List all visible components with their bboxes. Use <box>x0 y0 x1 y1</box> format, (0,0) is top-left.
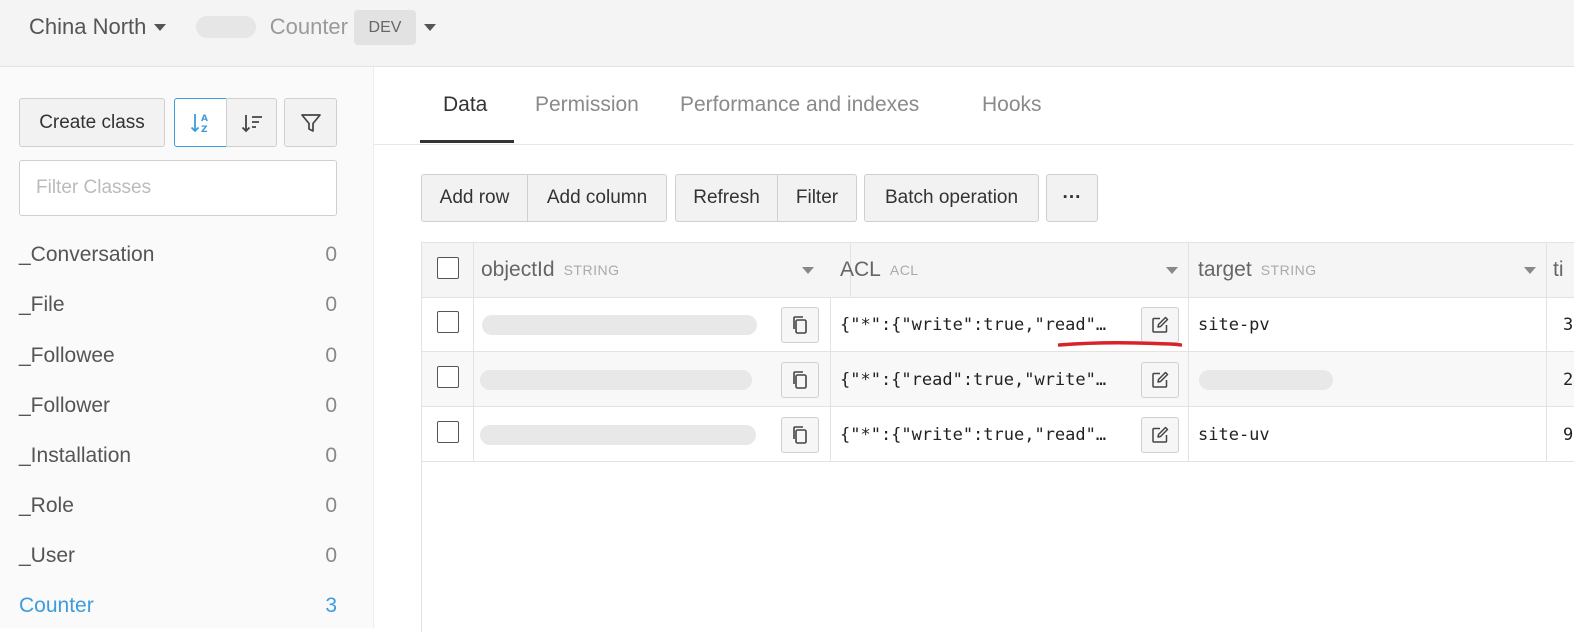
sort-amount-icon <box>241 114 262 132</box>
objectid-cell[interactable] <box>474 352 831 407</box>
create-class-button[interactable]: Create class <box>19 98 165 147</box>
truncated-cell[interactable]: 3 <box>1547 297 1574 352</box>
copy-icon <box>793 316 807 334</box>
tab-data[interactable]: Data <box>443 93 487 117</box>
column-header-objectid[interactable]: objectId STRING <box>474 243 851 297</box>
column-header-acl[interactable]: ACL ACL <box>831 243 1189 297</box>
chevron-down-icon <box>154 23 167 31</box>
class-item-follower[interactable]: _Follower 0 <box>19 386 337 426</box>
truncated-cell[interactable]: 2 <box>1547 352 1574 407</box>
table-row: {"*":{"write":true,"read"… site-pv 3 <box>422 297 1574 352</box>
tab-hooks[interactable]: Hooks <box>982 93 1042 117</box>
chevron-down-icon[interactable] <box>802 267 814 274</box>
svg-text:Z: Z <box>201 125 208 135</box>
sort-count-button[interactable] <box>226 98 277 147</box>
top-bar: China North Counter DEV <box>0 0 1574 67</box>
redacted-target <box>1199 370 1333 390</box>
class-item-file[interactable]: _File 0 <box>19 285 337 325</box>
header-select-cell <box>422 243 474 297</box>
row-select-cell <box>422 407 474 462</box>
active-tab-indicator <box>420 140 514 143</box>
copy-button[interactable] <box>781 417 819 453</box>
chevron-down-icon[interactable] <box>424 24 436 31</box>
redacted-object-id <box>482 315 757 335</box>
tab-bar: Data Permission Performance and indexes … <box>374 67 1574 145</box>
edit-acl-button[interactable] <box>1141 417 1179 453</box>
copy-icon <box>793 426 807 444</box>
edit-acl-button[interactable] <box>1141 362 1179 398</box>
region-selector[interactable]: China North <box>29 14 167 40</box>
sort-alpha-icon: A Z <box>190 113 208 135</box>
select-all-checkbox[interactable] <box>437 257 459 279</box>
tab-permission[interactable]: Permission <box>535 93 639 117</box>
class-item-counter[interactable]: Counter 3 <box>19 586 337 626</box>
env-badge: DEV <box>354 10 416 45</box>
more-options-button[interactable]: ··· <box>1046 174 1098 222</box>
filter-rows-button[interactable]: Filter <box>777 174 857 222</box>
class-item-installation[interactable]: _Installation 0 <box>19 436 337 476</box>
redacted-object-id <box>480 370 752 390</box>
filter-button[interactable] <box>284 98 337 147</box>
data-table: objectId STRING ACL ACL target STRING ti <box>421 242 1574 632</box>
filter-classes-input[interactable] <box>19 160 337 216</box>
svg-text:A: A <box>201 114 208 124</box>
target-cell[interactable] <box>1189 352 1547 407</box>
tab-performance[interactable]: Performance and indexes <box>680 93 919 117</box>
redacted-object-id <box>480 425 756 445</box>
objectid-cell[interactable] <box>474 297 831 352</box>
target-cell[interactable]: site-uv <box>1189 407 1547 462</box>
copy-icon <box>793 371 807 389</box>
row-checkbox[interactable] <box>437 421 459 443</box>
column-header-target[interactable]: target STRING <box>1189 243 1547 297</box>
edit-icon <box>1152 316 1169 333</box>
edit-icon <box>1152 426 1169 443</box>
edit-acl-button[interactable] <box>1141 307 1179 343</box>
objectid-cell[interactable] <box>474 407 831 462</box>
add-row-button[interactable]: Add row <box>421 174 528 222</box>
class-item-followee[interactable]: _Followee 0 <box>19 336 337 376</box>
row-select-cell <box>422 352 474 407</box>
refresh-button[interactable]: Refresh <box>675 174 778 222</box>
table-header: objectId STRING ACL ACL target STRING ti <box>422 243 1574 298</box>
column-header-truncated[interactable]: ti <box>1547 243 1574 297</box>
class-item-user[interactable]: _User 0 <box>19 536 337 576</box>
funnel-icon <box>300 113 321 132</box>
region-label: China North <box>29 14 147 39</box>
add-column-button[interactable]: Add column <box>527 174 667 222</box>
batch-operation-button[interactable]: Batch operation <box>864 174 1039 222</box>
class-sidebar: Create class A Z _Conversation 0 _File 0… <box>0 67 374 628</box>
app-name[interactable]: Counter <box>193 14 348 40</box>
red-underline-annotation <box>1058 341 1182 347</box>
table-row: {"*":{"read":true,"write"… 2 <box>422 352 1574 407</box>
edit-icon <box>1152 371 1169 388</box>
class-item-conversation[interactable]: _Conversation 0 <box>19 235 337 275</box>
acl-cell[interactable]: {"*":{"read":true,"write"… <box>831 352 1189 407</box>
class-item-role[interactable]: _Role 0 <box>19 486 337 526</box>
target-cell[interactable]: site-pv <box>1189 297 1547 352</box>
sort-alpha-button[interactable]: A Z <box>174 98 227 147</box>
row-select-cell <box>422 297 474 352</box>
row-checkbox[interactable] <box>437 311 459 333</box>
table-row: {"*":{"write":true,"read"… site-uv 9 <box>422 407 1574 462</box>
chevron-down-icon[interactable] <box>1524 267 1536 274</box>
chevron-down-icon[interactable] <box>1166 267 1178 274</box>
copy-button[interactable] <box>781 362 819 398</box>
truncated-cell[interactable]: 9 <box>1547 407 1574 462</box>
copy-button[interactable] <box>781 307 819 343</box>
row-checkbox[interactable] <box>437 366 459 388</box>
acl-cell[interactable]: {"*":{"write":true,"read"… <box>831 407 1189 462</box>
